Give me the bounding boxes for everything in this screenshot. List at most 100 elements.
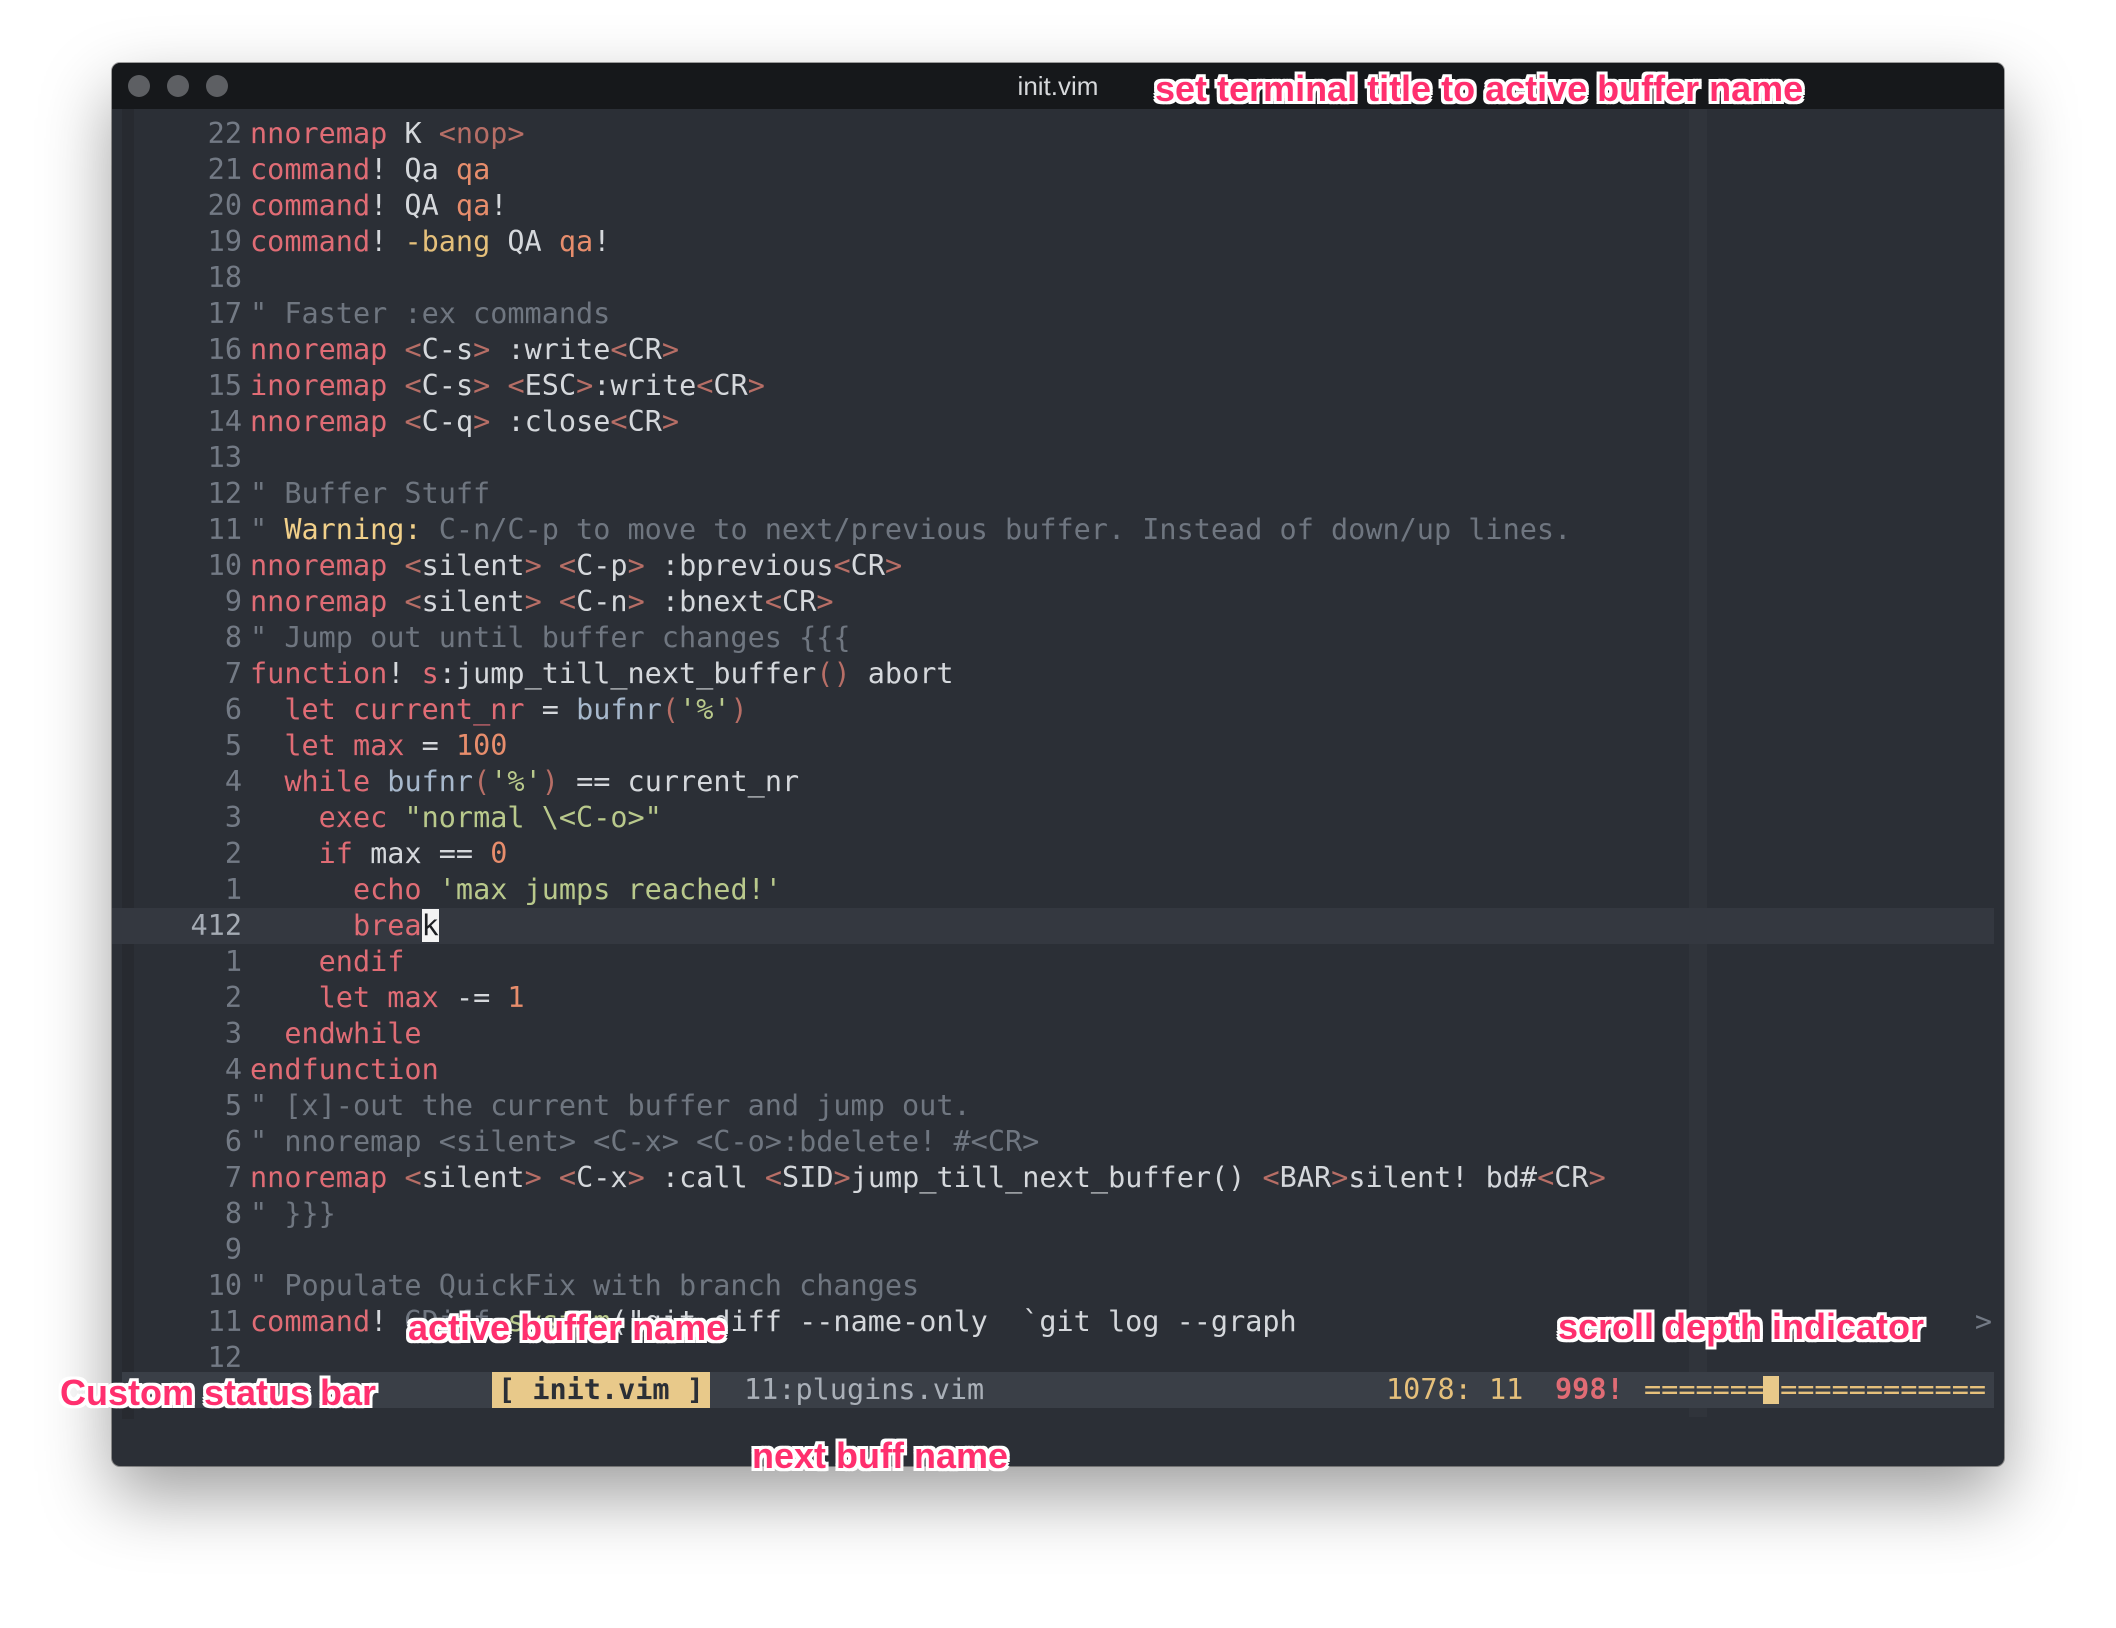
line-code: command! GDiff system("git diff --name-o… [250,1304,1297,1340]
code-token: > [473,369,491,402]
code-line[interactable]: 1 endif [112,944,2004,980]
code-token: CR [1554,1161,1589,1194]
cursor-position: 1078: 11 [1386,1373,1524,1406]
code-line[interactable]: 15 inoremap <C-s> <ESC>:write<CR> [112,368,2004,404]
code-token: CR [627,333,662,366]
line-number: 21 [207,153,242,186]
line-code: " Jump out until buffer changes {{{ [250,620,851,656]
code-line[interactable]: 2 let max -= 1 [112,980,2004,1016]
code-token: 0 [490,837,508,870]
code-token: :jump_till_next_buffer [438,657,817,690]
code-line[interactable]: 19 command! -bang QA qa! [112,224,2004,260]
code-token: let [284,693,336,726]
code-token: < [558,585,577,618]
code-token: > [661,333,680,366]
code-line[interactable]: 9 nnoremap <silent> <C-n> :bnext<CR> [112,584,2004,620]
line-number: 11 [207,513,242,546]
code-line[interactable]: 20 command! QA qa! [112,188,2004,224]
code-line[interactable]: 12 " Buffer Stuff [112,476,2004,512]
code-token: > [1588,1161,1606,1194]
code-line[interactable]: 16 nnoremap <C-s> :write<CR> [112,332,2004,368]
code-line[interactable]: 11 " Warning: C-n/C-p to move to next/pre… [112,512,2004,548]
code-line[interactable]: 7 function! s:jump_till_next_buffer() abo… [112,656,2004,692]
line-number: 412 [190,909,242,942]
line-code: function! s:jump_till_next_buffer() abor… [250,656,954,692]
code-line[interactable]: 13 [112,440,2004,476]
line-code: command! -bang QA qa! [250,224,610,260]
code-token: "normal \<C-o>" [404,801,662,834]
code-line[interactable]: 22 nnoremap K <nop> [112,116,2004,152]
code-line[interactable]: 8 " }}} [112,1196,2004,1232]
code-line[interactable]: 14 nnoremap <C-q> :close<CR> [112,404,2004,440]
code-token: :bprevious [644,549,834,582]
code-line[interactable]: 10 " Populate QuickFix with branch change… [112,1268,2004,1304]
code-line[interactable]: 17 " Faster :ex commands [112,296,2004,332]
code-token: > [661,405,680,438]
code-line[interactable]: 3 exec "normal \<C-o>" [112,800,2004,836]
code-token: endif [318,945,405,978]
line-number: 12 [207,477,242,510]
code-line[interactable]: 7 nnoremap <silent> <C-x> :call <SID>jump… [112,1160,2004,1196]
line-code: endfunction [250,1052,439,1088]
line-number: 8 [224,621,242,654]
scroll-track-right: ============ [1780,1373,1987,1406]
code-token: max [387,981,439,1014]
code-token: " Jump out until buffer changes {{{ [250,621,851,654]
current-line[interactable]: 412 break [112,908,1994,944]
code-line[interactable]: 3 endwhile [112,1016,2004,1052]
code-token: ( [473,765,491,798]
code-line[interactable]: 18 [112,260,2004,296]
code-line[interactable]: 9 [112,1232,2004,1268]
code-token: C-s [421,333,474,366]
code-token: exec [318,801,388,834]
code-token: == current_nr [558,765,800,798]
code-token: ESC [524,369,577,402]
code-line[interactable]: 5 let max = 100 [112,728,2004,764]
code-token: " nnoremap <silent> <C-x> <C-o>:bdelete!… [250,1125,1040,1158]
next-buffer-name[interactable]: 11:plugins.vim [744,1372,984,1408]
editor-buffer[interactable]: 22 nnoremap K <nop> 21 command! Qa qa 20 comm… [112,116,2004,1376]
code-line[interactable]: 10 nnoremap <silent> <C-p> :bprevious<CR> [112,548,2004,584]
code-line[interactable]: 6 let current_nr = bufnr('%') [112,692,2004,728]
code-token: SID [782,1161,834,1194]
code-line[interactable]: 8 " Jump out until buffer changes {{{ [112,620,2004,656]
code-line[interactable]: 5 " [x]-out the current buffer and jump o… [112,1088,2004,1124]
code-token: echo [352,873,422,906]
code-token: C-s [421,369,474,402]
code-token: < [404,1161,422,1194]
code-token: > [576,369,594,402]
active-buffer-name[interactable]: [ init.vim ] [492,1372,710,1408]
code-token: command [250,1305,371,1338]
code-token: < [404,549,422,582]
code-token: bufnr [387,765,474,798]
code-token: <nop> [438,117,525,150]
code-line[interactable]: 4 endfunction [112,1052,2004,1088]
code-token: '%' [679,693,731,726]
line-number: 7 [224,657,242,690]
code-token: " Buffer Stuff [250,477,491,510]
code-token: < [764,1161,783,1194]
code-line[interactable]: 21 command! Qa qa [112,152,2004,188]
code-token: > [747,369,765,402]
code-token: < [764,585,783,618]
code-line[interactable]: 4 while bufnr('%') == current_nr [112,764,2004,800]
line-code: " [x]-out the current buffer and jump ou… [250,1088,971,1124]
code-token: " [x]-out the current buffer and jump ou… [250,1089,971,1122]
line-code: nnoremap <silent> <C-p> :bprevious<CR> [250,548,902,584]
line-number: 1 [224,873,242,906]
code-line[interactable]: 1 echo 'max jumps reached!' [112,872,2004,908]
status-bar: [ init.vim ] 11:plugins.vim 1078: 11 998… [122,1372,1994,1408]
code-line[interactable]: 2 if max == 0 [112,836,2004,872]
code-line[interactable]: 6 " nnoremap <silent> <C-x> <C-o>:bdelete… [112,1124,2004,1160]
line-number: 6 [224,693,242,726]
code-token: function [250,657,388,690]
code-token: abort [850,657,954,690]
line-number: 5 [224,729,242,762]
